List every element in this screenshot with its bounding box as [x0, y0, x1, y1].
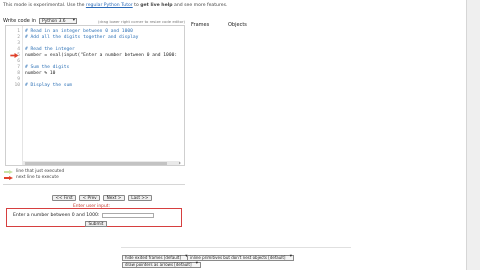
- experimental-banner: This mode is experimental. Use the regul…: [3, 3, 227, 8]
- next-arrow-icon: [4, 175, 13, 180]
- banner-suffix: and see more features.: [172, 3, 228, 8]
- legend-executed: line that just executed: [4, 169, 64, 174]
- legend-executed-label: line that just executed: [16, 169, 65, 174]
- code-editor[interactable]: 1 # Read in an integer between 0 and 100…: [5, 25, 185, 166]
- line-number: 10: [14, 83, 20, 88]
- next-button[interactable]: Next >: [103, 195, 125, 201]
- prev-button[interactable]: < Prev: [79, 195, 101, 201]
- frames-header: Frames: [191, 22, 210, 28]
- legend-next: next line to execute: [4, 175, 59, 180]
- objects-header: Objects: [228, 22, 247, 28]
- editor-footer-divider: [3, 184, 185, 185]
- user-input-row: Enter a number between 0 and 1000:: [13, 213, 154, 218]
- primitives-option-select[interactable]: inline primitives but don't nest objects…: [187, 255, 295, 261]
- frames-option-select[interactable]: hide exited frames [default]: [122, 255, 191, 261]
- regular-tutor-link[interactable]: regular Python Tutor: [86, 3, 133, 8]
- page-scrollbar[interactable]: [466, 0, 480, 270]
- code-line[interactable]: 10 # Display the sum: [6, 83, 184, 89]
- submit-button[interactable]: Submit: [85, 221, 107, 227]
- step-navigation: << First < Prev Next > Last >>: [52, 195, 152, 201]
- language-select[interactable]: Python 3.6: [39, 18, 77, 24]
- write-code-label: Write code in: [3, 18, 36, 24]
- legend-next-label: next line to execute: [16, 175, 59, 180]
- code-text: # Display the sum: [25, 83, 73, 88]
- scroll-right-arrow-icon[interactable]: ▸: [179, 161, 183, 165]
- first-button[interactable]: << First: [52, 195, 77, 201]
- editor-horizontal-scrollbar[interactable]: [22, 161, 180, 165]
- pointers-option-select[interactable]: draw pointers as arrows [default]: [122, 262, 201, 268]
- options-divider: [121, 247, 351, 248]
- user-input-field[interactable]: [101, 213, 154, 218]
- resize-hint: (drag lower right corner to resize code …: [98, 18, 185, 24]
- editor-header: Write code in Python 3.6 (drag lower rig…: [3, 18, 185, 24]
- scrollbar-thumb[interactable]: [25, 161, 167, 165]
- user-input-panel: Enter a number between 0 and 1000: Submi…: [6, 208, 182, 227]
- input-prompt-text: Enter a number between 0 and 1000:: [13, 213, 100, 218]
- executed-arrow-icon: [4, 169, 13, 174]
- banner-prefix: This mode is experimental. Use the: [3, 3, 86, 8]
- last-button[interactable]: Last >>: [127, 195, 152, 201]
- banner-bold: get live help: [140, 3, 173, 8]
